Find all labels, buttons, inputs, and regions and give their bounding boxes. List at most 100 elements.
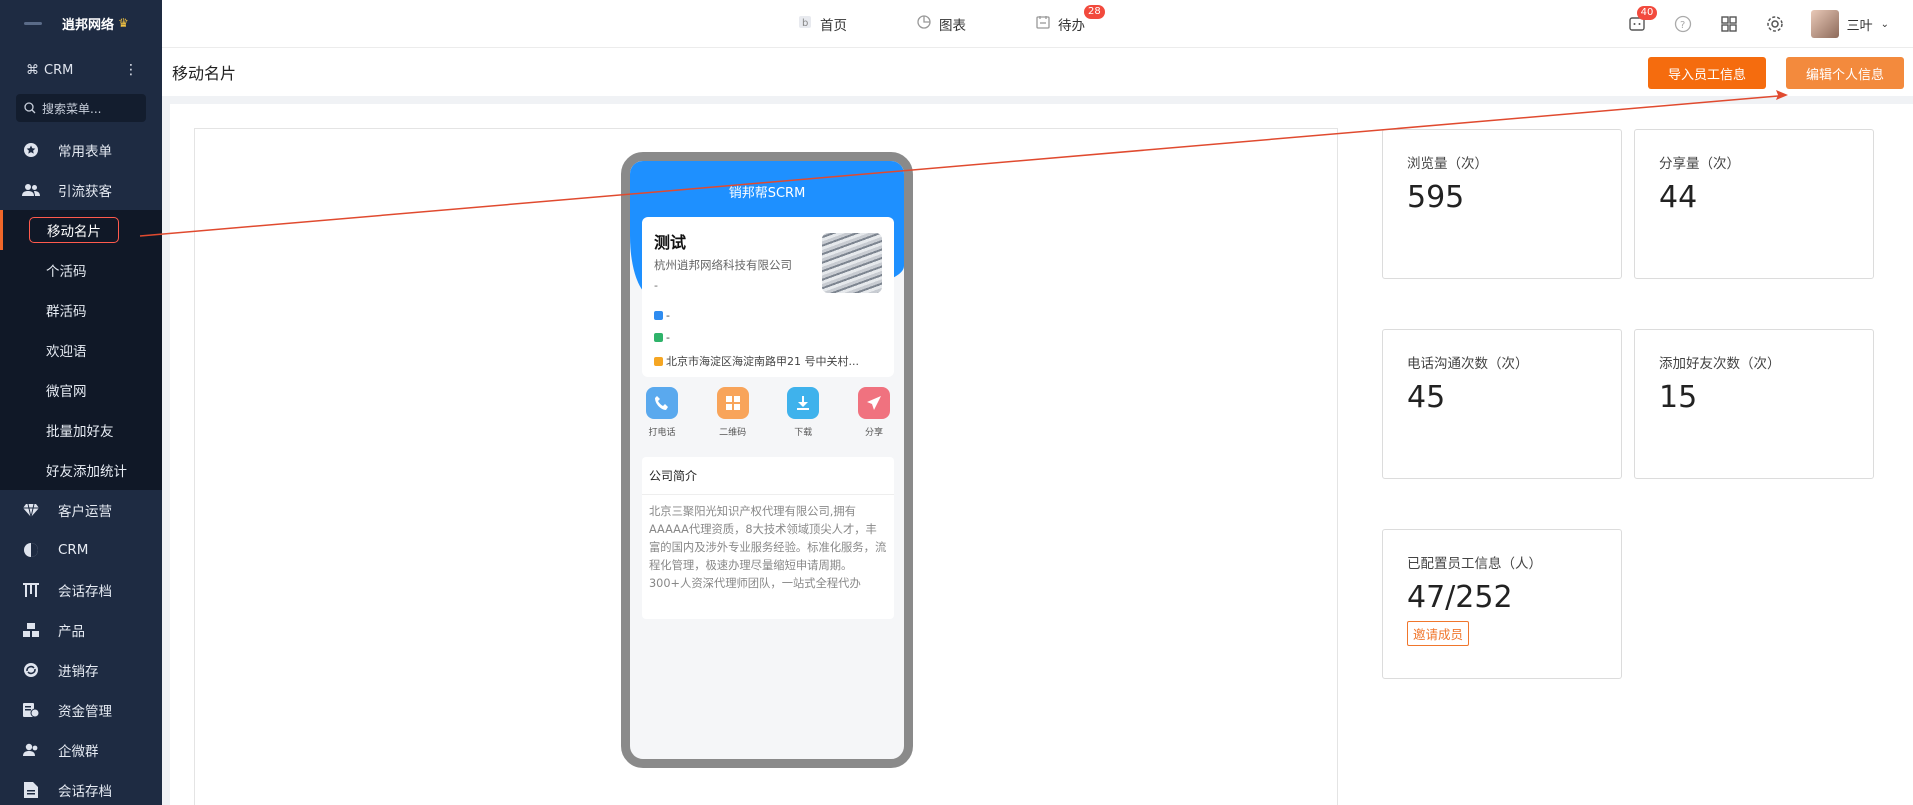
edit-profile-button[interactable]: 编辑个人信息 <box>1786 57 1904 89</box>
stat-value: 595 <box>1407 180 1465 215</box>
search-placeholder: 搜索菜单... <box>42 101 102 116</box>
card-actions: 打电话 二维码 下载 分享 <box>642 387 894 438</box>
stat-label: 已配置员工信息（人） <box>1407 556 1542 572</box>
sidebar-item-label: 微官网 <box>46 384 87 400</box>
stat-friends: 添加好友次数（次） 15 <box>1634 329 1874 479</box>
diamond-icon <box>22 501 40 519</box>
download-action[interactable]: 下载 <box>783 387 823 438</box>
sidebar-submenu: 移动名片 个活码 群活码 欢迎语 微官网 批量加好友 好友添加统计 <box>0 210 162 490</box>
top-nav: b 首页 图表 待办 28 <box>798 0 1105 48</box>
invite-member-button[interactable]: 邀请成员 <box>1407 621 1470 646</box>
intro-text: 北京三聚阳光知识产权代理有限公司,拥有AAAAA代理资质，8大技术领域顶尖人才，… <box>649 505 887 590</box>
sidebar-item-wecom-group[interactable]: 企微群 <box>0 730 162 770</box>
help-button[interactable]: ? <box>1673 14 1693 34</box>
business-card: 测试 杭州逍邦网络科技有限公司 - - - 北京市海淀区海淀南路甲21 号中关村… <box>642 217 894 377</box>
phone-small-icon <box>654 311 663 320</box>
boxes-icon <box>22 621 40 639</box>
logo-text: 逍邦网络 <box>62 17 115 33</box>
sidebar-item-label: 好友添加统计 <box>46 464 127 480</box>
app: 逍邦网络 ♛ ⌘ CRM ⋮ 搜索菜单... 常用表单 引流获客 移动名片 个活… <box>0 0 1913 805</box>
sidebar-item-crm[interactable]: CRM <box>0 530 162 570</box>
stat-label: 分享量（次） <box>1659 156 1740 172</box>
sidebar-item-inventory[interactable]: 进销存 <box>0 650 162 690</box>
todo-badge: 28 <box>1084 5 1105 19</box>
svg-text:?: ? <box>1680 20 1685 31</box>
active-indicator <box>0 210 3 250</box>
sidebar-item-label: 移动名片 <box>29 217 119 243</box>
sidebar-item-customer-ops[interactable]: 客户运营 <box>0 490 162 530</box>
sidebar-item-label: 会话存档 <box>58 784 112 800</box>
sidebar-item-label: 批量加好友 <box>46 424 114 440</box>
wechat-small-icon <box>654 333 663 342</box>
sidebar-menu: 常用表单 引流获客 移动名片 个活码 群活码 欢迎语 微官网 批量加好友 好友添… <box>0 130 162 805</box>
home-icon: b <box>798 15 812 33</box>
avatar <box>1810 10 1839 38</box>
sidebar-item-label: 企微群 <box>58 744 99 760</box>
sidebar-item-mobile-card[interactable]: 移动名片 <box>0 210 162 250</box>
archive-icon <box>22 581 40 599</box>
sidebar-item-product[interactable]: 产品 <box>0 610 162 650</box>
download-icon <box>787 387 820 419</box>
doc-icon <box>22 781 40 799</box>
settings-button[interactable] <box>1765 14 1785 34</box>
sidebar-item-chat-archive[interactable]: 会话存档 <box>0 570 162 610</box>
action-label: 分享 <box>864 428 883 438</box>
crm-switcher[interactable]: ⌘ CRM ⋮ <box>0 46 162 94</box>
stat-value: 45 <box>1407 380 1446 415</box>
sidebar-item-lead-gen[interactable]: 引流获客 <box>0 170 162 210</box>
message-badge: 40 <box>1636 6 1658 20</box>
sidebar-item-label: 欢迎语 <box>46 344 87 360</box>
star-icon <box>22 141 40 159</box>
top-bar: b 首页 图表 待办 28 40 ? 三叶 ⌄ <box>162 0 1913 48</box>
menu-search-input[interactable]: 搜索菜单... <box>16 94 146 122</box>
card-address-value: 北京市海淀区海淀南路甲21 号中关村... <box>666 355 859 368</box>
action-label: 下载 <box>794 428 813 438</box>
stat-views: 浏览量（次） 595 <box>1382 129 1622 279</box>
sidebar-item-micro-site[interactable]: 微官网 <box>0 370 162 410</box>
message-button[interactable]: 40 <box>1627 6 1658 34</box>
command-icon: ⌘ <box>26 62 39 78</box>
stat-configured-staff: 已配置员工信息（人） 47/252 邀请成员 <box>1382 529 1622 679</box>
sidebar-item-common-forms[interactable]: 常用表单 <box>0 130 162 170</box>
company-intro: 公司简介 北京三聚阳光知识产权代理有限公司,拥有AAAAA代理资质，8大技术领域… <box>642 457 894 619</box>
stat-label: 浏览量（次） <box>1407 156 1488 172</box>
card-photo <box>822 233 882 293</box>
phone-icon <box>646 387 678 419</box>
sidebar-item-personal-code[interactable]: 个活码 <box>0 250 162 290</box>
location-small-icon <box>654 356 663 366</box>
sidebar-item-friend-stats[interactable]: 好友添加统计 <box>0 450 162 490</box>
user-menu[interactable]: 三叶 ⌄ <box>1810 10 1889 38</box>
stat-value: 44 <box>1659 180 1698 215</box>
card-phone-value: - <box>666 309 670 322</box>
sidebar-item-bulk-add[interactable]: 批量加好友 <box>0 410 162 450</box>
qrcode-action[interactable]: 二维码 <box>713 387 753 438</box>
search-icon <box>24 102 36 114</box>
sidebar-item-label: 会话存档 <box>58 584 112 600</box>
tab-todo[interactable]: 待办 28 <box>1036 5 1105 34</box>
sidebar-item-chat-archive-2[interactable]: 会话存档 <box>0 770 162 805</box>
action-label: 二维码 <box>719 428 747 438</box>
menu-toggle-icon[interactable] <box>24 21 42 25</box>
help-icon: ? <box>1674 15 1691 33</box>
sidebar-item-welcome[interactable]: 欢迎语 <box>0 330 162 370</box>
qrcode-icon <box>716 387 749 419</box>
share-icon <box>857 387 890 419</box>
sidebar-item-label: 资金管理 <box>58 704 112 720</box>
sidebar-item-group-code[interactable]: 群活码 <box>0 290 162 330</box>
sidebar: 逍邦网络 ♛ ⌘ CRM ⋮ 搜索菜单... 常用表单 引流获客 移动名片 个活… <box>0 0 162 805</box>
crm-label: CRM <box>44 62 74 78</box>
more-icon[interactable]: ⋮ <box>124 62 138 78</box>
tab-chart[interactable]: 图表 <box>917 14 966 34</box>
stat-shares: 分享量（次） 44 <box>1634 129 1874 279</box>
share-action[interactable]: 分享 <box>854 387 894 438</box>
logo[interactable]: 逍邦网络 ♛ <box>0 0 162 46</box>
sidebar-item-label: 客户运营 <box>58 504 112 520</box>
apps-button[interactable] <box>1719 14 1739 34</box>
call-action[interactable]: 打电话 <box>642 387 682 438</box>
tab-home[interactable]: b 首页 <box>798 14 847 34</box>
import-employee-button[interactable]: 导入员工信息 <box>1648 57 1766 89</box>
grid-icon <box>1720 16 1737 32</box>
phone-header-title: 销邦帮SCRM <box>728 186 806 201</box>
sidebar-item-label: 引流获客 <box>58 184 112 200</box>
sidebar-item-finance[interactable]: 资金管理 <box>0 690 162 730</box>
